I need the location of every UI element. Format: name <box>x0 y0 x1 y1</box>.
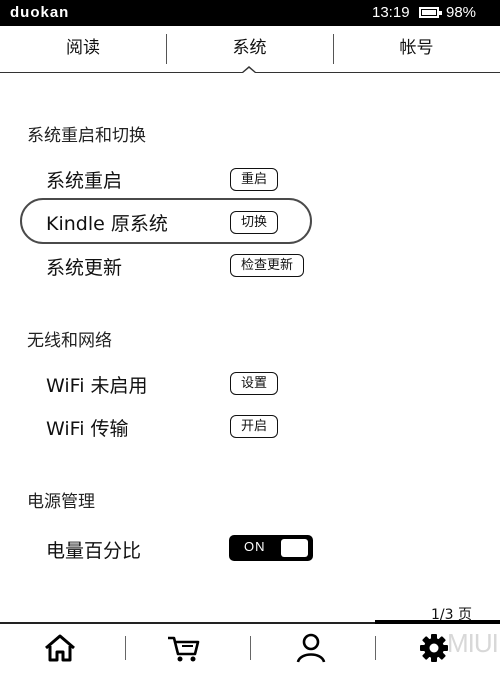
section-title-power: 电源管理 <box>27 492 95 512</box>
user-icon <box>296 633 326 663</box>
toggle-knob <box>281 539 308 557</box>
battery-percentage: 98% <box>446 4 477 21</box>
switch-button[interactable]: 切换 <box>230 211 279 234</box>
account-button[interactable] <box>293 632 329 664</box>
row-label-system-restart: 系统重启 <box>46 170 123 192</box>
row-label-wifi-transfer: WiFi 传输 <box>46 418 129 440</box>
active-tab-indicator-inner <box>243 68 255 73</box>
row-label-wifi: WiFi 未启用 <box>46 375 148 397</box>
tab-reading[interactable]: 阅读 <box>0 26 166 72</box>
wifi-settings-button[interactable]: 设置 <box>230 372 279 395</box>
nav-divider <box>375 636 376 660</box>
toggle-state-label: ON <box>244 539 266 554</box>
row-label-kindle-system: Kindle 原系统 <box>46 213 168 235</box>
nav-divider <box>250 636 251 660</box>
tab-account[interactable]: 帐号 <box>333 26 500 72</box>
watermark: MIUI <box>447 628 499 658</box>
home-icon <box>45 634 75 662</box>
row-label-battery-percentage: 电量百分比 <box>46 540 142 562</box>
cart-icon <box>168 636 200 662</box>
brand-logo: duokan <box>10 4 70 21</box>
active-nav-indicator <box>375 620 500 624</box>
store-button[interactable] <box>166 632 202 664</box>
section-title-restart: 系统重启和切换 <box>27 126 146 146</box>
wifi-transfer-enable-button[interactable]: 开启 <box>230 415 279 438</box>
check-update-button[interactable]: 检查更新 <box>230 254 305 277</box>
battery-percentage-toggle[interactable]: ON <box>229 535 313 561</box>
section-title-network: 无线和网络 <box>27 331 112 351</box>
status-bar: duokan 13:19 98% <box>0 0 500 26</box>
clock: 13:19 <box>372 4 410 21</box>
row-label-system-update: 系统更新 <box>46 257 123 279</box>
nav-divider <box>125 636 126 660</box>
home-button[interactable] <box>42 632 78 664</box>
battery-icon <box>419 7 442 18</box>
restart-button[interactable]: 重启 <box>230 168 279 191</box>
